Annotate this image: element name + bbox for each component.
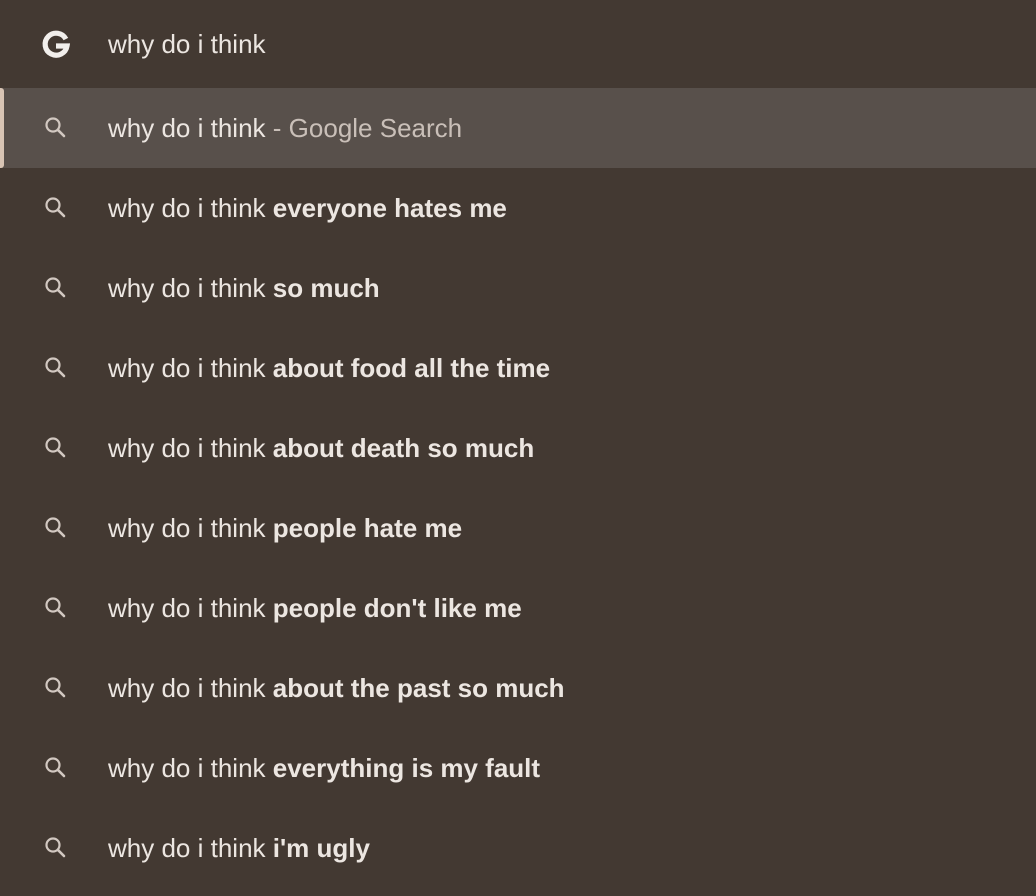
search-icon	[42, 514, 70, 542]
suggestion-typed-text: why do i think	[108, 113, 266, 143]
suggestion-typed-text: why do i think	[108, 193, 266, 223]
suggestion-text: why do i think about death so much	[108, 408, 534, 488]
search-icon	[42, 354, 70, 382]
suggestion-secondary-text: Google Search	[288, 113, 463, 143]
suggestion-text: why do i think - Google Search	[108, 88, 462, 168]
suggestion-typed-text: why do i think	[108, 273, 266, 303]
suggestion-text: why do i think about the past so much	[108, 648, 565, 728]
suggestion-text: why do i think so much	[108, 248, 380, 328]
suggestion-item[interactable]: why do i think i'm ugly	[0, 808, 1036, 888]
suggestion-completion-text: about the past so much	[272, 673, 565, 703]
suggestion-completion-text: people don't like me	[272, 593, 522, 623]
omnibox-input-row[interactable]	[0, 0, 1036, 88]
suggestion-text: why do i think i'm ugly	[108, 808, 370, 888]
suggestion-item[interactable]: why do i think about the past so much	[0, 648, 1036, 728]
suggestion-typed-text: why do i think	[108, 833, 266, 863]
search-icon	[42, 594, 70, 622]
search-icon	[42, 834, 70, 862]
omnibox-dropdown: why do i think - Google Search why do i …	[0, 0, 1036, 896]
suggestion-completion-text: everyone hates me	[272, 193, 507, 223]
suggestion-text: why do i think people don't like me	[108, 568, 522, 648]
suggestion-item[interactable]: why do i think everyone hates me	[0, 168, 1036, 248]
suggestion-item[interactable]: why do i think about death so much	[0, 408, 1036, 488]
suggestion-item[interactable]: why do i think so much	[0, 248, 1036, 328]
suggestion-item[interactable]: why do i think people hate me	[0, 488, 1036, 568]
suggestion-completion-text: about death so much	[272, 433, 535, 463]
suggestion-completion-text: i'm ugly	[272, 833, 370, 863]
suggestion-list: why do i think - Google Search why do i …	[0, 88, 1036, 888]
suggestion-item-google-search[interactable]: why do i think - Google Search	[0, 88, 1036, 168]
suggestion-item[interactable]: why do i think people don't like me	[0, 568, 1036, 648]
google-g-icon	[38, 28, 74, 64]
suggestion-typed-text: why do i think	[108, 753, 266, 783]
suggestion-completion-text: so much	[272, 273, 380, 303]
search-icon	[42, 754, 70, 782]
suggestion-separator: -	[272, 113, 282, 143]
omnibox-search-input[interactable]	[108, 24, 988, 64]
search-icon	[42, 194, 70, 222]
suggestion-completion-text: about food all the time	[272, 353, 551, 383]
search-icon	[42, 114, 70, 142]
suggestion-item[interactable]: why do i think about food all the time	[0, 328, 1036, 408]
suggestion-completion-text: people hate me	[272, 513, 463, 543]
suggestion-completion-text: everything is my fault	[272, 753, 541, 783]
suggestion-text: why do i think everything is my fault	[108, 728, 540, 808]
suggestion-text: why do i think everyone hates me	[108, 168, 507, 248]
search-icon	[42, 434, 70, 462]
suggestion-typed-text: why do i think	[108, 433, 266, 463]
suggestion-typed-text: why do i think	[108, 353, 266, 383]
search-icon	[42, 274, 70, 302]
search-icon	[42, 674, 70, 702]
suggestion-typed-text: why do i think	[108, 673, 266, 703]
suggestion-typed-text: why do i think	[108, 593, 266, 623]
suggestion-item[interactable]: why do i think everything is my fault	[0, 728, 1036, 808]
selection-indicator	[0, 88, 4, 168]
suggestion-text: why do i think people hate me	[108, 488, 462, 568]
suggestion-typed-text: why do i think	[108, 513, 266, 543]
suggestion-text: why do i think about food all the time	[108, 328, 550, 408]
